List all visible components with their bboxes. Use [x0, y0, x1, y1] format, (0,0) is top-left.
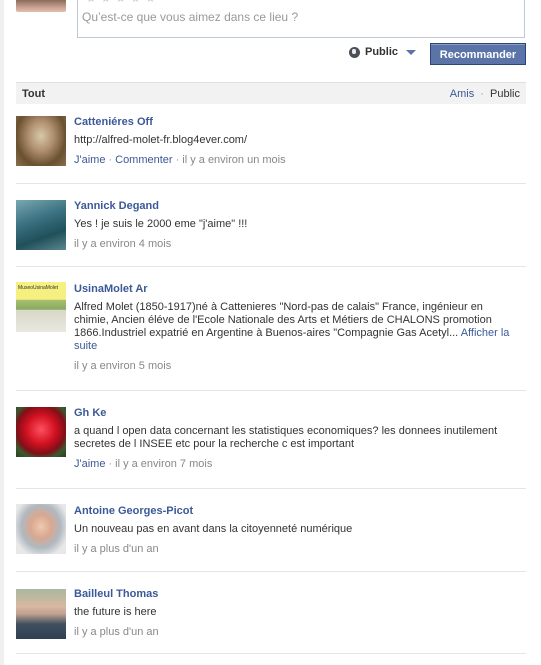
author-name[interactable]: Bailleul Thomas — [74, 587, 514, 601]
list-item: Yannick Degand Yes ! je suis le 2000 eme… — [16, 184, 526, 267]
avatar[interactable] — [16, 200, 66, 250]
timestamp[interactable]: il y a environ 4 mois — [74, 238, 171, 250]
post-content: Antoine Georges-Picot Un nouveau pas en … — [74, 504, 514, 556]
caret-down-icon — [406, 49, 417, 55]
filter-audience: Amis · Public — [450, 88, 520, 100]
list-item: Gh Ke a quand l open data concernant les… — [16, 391, 526, 489]
post-content: Bailleul Thomas the future is here il y … — [74, 587, 514, 639]
recommendation-input[interactable] — [82, 10, 518, 24]
post-content: Yannick Degand Yes ! je suis le 2000 eme… — [74, 199, 514, 251]
list-item: Antoine Georges-Picot Un nouveau pas en … — [16, 489, 526, 572]
avatar[interactable] — [16, 407, 66, 457]
left-edge-strip — [0, 0, 4, 665]
meta-separator: · — [175, 154, 180, 166]
filter-amis-link[interactable]: Amis — [450, 88, 474, 100]
timestamp[interactable]: il y a plus d'un an — [74, 626, 159, 638]
post-text: http://alfred-molet-fr.blog4ever.com/ — [74, 134, 248, 146]
list-item: Catteniéres Off http://alfred-molet-fr.b… — [16, 106, 526, 184]
post-text: Un nouveau pas en avant dans la citoyenn… — [74, 523, 353, 535]
privacy-selector[interactable]: Public — [349, 46, 417, 58]
privacy-label: Public — [365, 46, 399, 58]
author-name[interactable]: UsinaMolet Ar — [74, 282, 514, 296]
post-meta: J'aime · Commenter · il y a environ un mois — [74, 154, 514, 167]
post-meta: il y a plus d'un an — [74, 543, 514, 556]
post-text: the future is here — [74, 606, 157, 618]
recommendation-composer[interactable]: ★★★★★ — [77, 0, 525, 38]
post-text: a quand l open data concernant les stati… — [74, 425, 498, 450]
star-rating-icon[interactable]: ★★★★★ — [86, 0, 160, 5]
globe-icon — [349, 46, 360, 58]
meta-separator: · — [108, 458, 113, 470]
recommendations-feed: Catteniéres Off http://alfred-molet-fr.b… — [16, 106, 526, 654]
avatar[interactable] — [16, 504, 66, 554]
author-name[interactable]: Yannick Degand — [74, 199, 514, 213]
post-content: UsinaMolet Ar Alfred Molet (1850-1917)né… — [74, 282, 514, 373]
timestamp[interactable]: il y a environ 5 mois — [74, 360, 171, 372]
author-name[interactable]: Catteniéres Off — [74, 115, 514, 129]
meta-separator: · — [108, 154, 113, 166]
list-item: Bailleul Thomas the future is here il y … — [16, 572, 526, 654]
post-text: Alfred Molet (1850-1917)né à Cattenieres… — [74, 301, 514, 353]
post-text-body: Alfred Molet (1850-1917)né à Cattenieres… — [74, 301, 492, 339]
post-meta: il y a plus d'un an — [74, 626, 514, 639]
post-meta: J'aime · il y a environ 7 mois — [74, 458, 514, 471]
avatar[interactable]: MuseoUsinaMolet — [16, 282, 66, 332]
filter-tout[interactable]: Tout — [22, 88, 45, 100]
post-content: Gh Ke a quand l open data concernant les… — [74, 406, 514, 471]
filter-separator: · — [480, 88, 484, 100]
timestamp[interactable]: il y a environ 7 mois — [115, 458, 212, 470]
timestamp[interactable]: il y a environ un mois — [182, 154, 285, 166]
recommend-button[interactable]: Recommander — [430, 43, 526, 65]
filter-public-link[interactable]: Public — [490, 88, 520, 100]
filter-bar: Tout Amis · Public — [16, 82, 526, 104]
timestamp[interactable]: il y a plus d'un an — [74, 543, 159, 555]
avatar[interactable] — [16, 589, 66, 639]
list-item: MuseoUsinaMolet UsinaMolet Ar Alfred Mol… — [16, 267, 526, 391]
post-content: Catteniéres Off http://alfred-molet-fr.b… — [74, 115, 514, 167]
post-meta: il y a environ 5 mois — [74, 360, 514, 373]
comment-link[interactable]: Commenter — [115, 154, 172, 166]
like-link[interactable]: J'aime — [74, 154, 105, 166]
avatar-caption: MuseoUsinaMolet — [18, 285, 59, 291]
post-text: Yes ! je suis le 2000 eme "j'aime" !!! — [74, 218, 248, 230]
user-avatar — [16, 0, 66, 12]
author-name[interactable]: Gh Ke — [74, 406, 514, 420]
author-name[interactable]: Antoine Georges-Picot — [74, 504, 514, 518]
post-meta: il y a environ 4 mois — [74, 238, 514, 251]
like-link[interactable]: J'aime — [74, 458, 105, 470]
avatar[interactable] — [16, 116, 66, 166]
